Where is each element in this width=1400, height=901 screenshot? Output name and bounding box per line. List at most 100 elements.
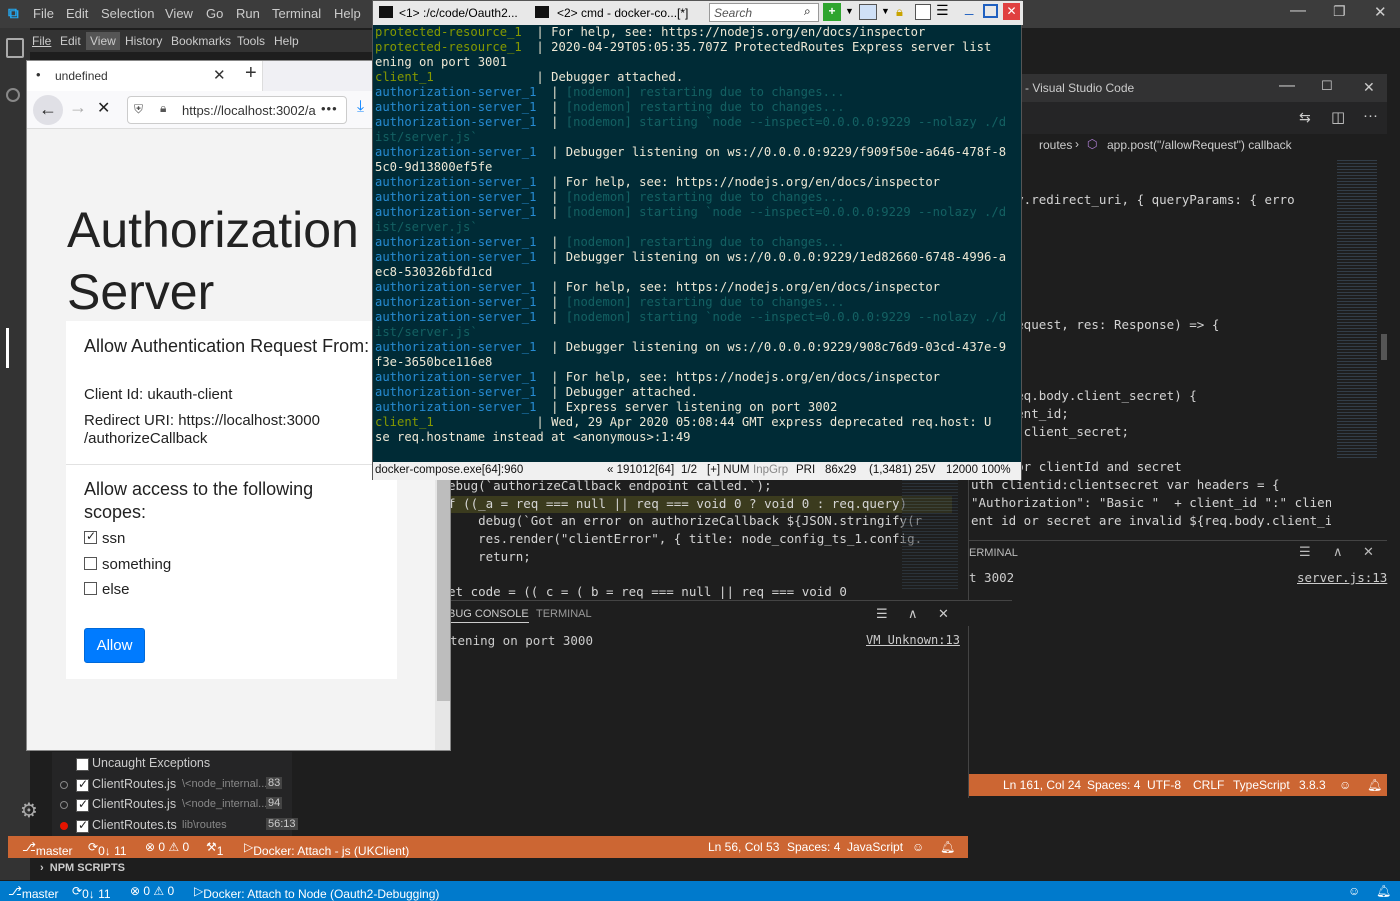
debug-icon[interactable] [6,328,9,368]
lock-icon[interactable]: 🔒︎ [896,4,903,20]
maximize-panel-icon[interactable]: ∧ [1333,544,1343,560]
firefox-menu-tools[interactable]: Tools [237,34,265,48]
menu-help[interactable]: Help [334,6,361,21]
close-icon[interactable]: ✕ [1374,3,1387,21]
search-icon[interactable]: ⌕ [804,4,811,19]
feedback-icon[interactable]: ☺ [912,840,924,854]
menu-icon[interactable]: ☰ [936,2,949,19]
panel-list-icon[interactable]: ☰ [1299,544,1311,560]
panel-list-icon[interactable]: ☰ [876,606,888,622]
tab-close-icon[interactable]: ✕ [213,66,226,84]
conemu-tab-2[interactable]: <2> cmd - docker-co...[*] [557,6,688,20]
breakpoint-dot-icon[interactable] [60,801,68,810]
maximize-panel-icon[interactable]: ∧ [908,606,918,622]
cursor-position[interactable]: Ln 161, Col 24 [1003,778,1081,792]
tools-status[interactable]: ⚒ 1 [206,840,223,858]
search-icon[interactable] [6,88,20,102]
restore-icon[interactable]: ❐ [1333,3,1346,20]
dropdown-icon[interactable]: ▼ [881,6,890,16]
split-editor-icon[interactable]: ◫ [1331,108,1345,126]
indentation[interactable]: Spaces: 4 [1087,778,1140,792]
firefox-menu-help[interactable]: Help [274,34,299,48]
breakpoint-dot-icon[interactable] [60,822,68,831]
dropdown-icon[interactable]: ▼ [845,6,854,16]
menu-go[interactable]: Go [206,6,223,21]
menu-file[interactable]: File [33,6,54,21]
conemu-scrollbar[interactable] [1013,25,1021,461]
compare-icon[interactable]: ⇆ [1299,109,1311,126]
breakpoint-checkbox[interactable] [76,777,89,792]
terminal-tab[interactable]: TERMINAL [536,608,592,620]
minimize-icon[interactable]: — [1290,2,1306,20]
breadcrumb-routes[interactable]: routes [1039,138,1072,152]
maximize-icon[interactable] [983,4,998,18]
sidebar-npm-scripts[interactable]: › NPM SCRIPTS [40,862,125,874]
page-actions-icon[interactable]: ••• [321,101,338,116]
back-button[interactable]: ← [33,95,63,125]
language-mode[interactable]: TypeScript [1233,778,1290,792]
launch-config-status[interactable]: ▷ Docker: Attach to Node (Oauth2-Debuggi… [194,884,439,901]
browser-tab[interactable]: • undefined ✕ [27,61,263,91]
notifications-bell-icon[interactable]: 🔔︎ [940,840,955,854]
close-icon[interactable]: ✕ [1363,79,1375,96]
feedback-icon[interactable]: ☺ [1348,884,1360,898]
explorer-icon[interactable] [6,38,24,58]
forward-button[interactable]: → [69,97,87,118]
cursor-position[interactable]: Ln 56, Col 53 [708,840,779,854]
scope-checkbox[interactable] [84,529,97,544]
close-icon[interactable]: ✕ [1003,3,1020,20]
branch-status[interactable]: ⎇ master [8,884,59,901]
firefox-menu-edit[interactable]: Edit [60,34,81,48]
scope-item[interactable]: else [84,581,171,607]
menu-selection[interactable]: Selection [101,6,154,21]
terminal-tab[interactable]: ERMINAL [969,547,1018,559]
typescript-version[interactable]: 3.8.3 [1299,778,1326,792]
conemu-console-output[interactable]: protected-resource_1 | For help, see: ht… [375,25,1021,461]
conemu-tab-1[interactable]: <1> :/c/code/Oauth2... [399,6,518,20]
menu-edit[interactable]: Edit [66,6,88,21]
maximize-icon[interactable]: ☐ [1321,78,1333,94]
debug-console-link[interactable]: VM Unknown:13 [866,633,960,647]
shield-icon[interactable]: ⛨ [134,102,143,117]
minimap-middle[interactable] [902,480,958,590]
menu-view[interactable]: View [165,6,193,21]
minimize-icon[interactable]: — [1279,77,1295,95]
download-icon[interactable]: ⤓ [357,98,364,116]
breakpoint-checkbox[interactable] [76,797,89,813]
firefox-menu-view[interactable]: View [86,32,120,50]
breakpoint-checkbox[interactable] [76,818,89,834]
minimap[interactable] [1331,156,1387,536]
problems-status[interactable]: ⊗ 0 ⚠ 0 [130,884,174,898]
code-editor-right[interactable]: l(query.redirect_uri, { queryParams: { e… [969,156,1331,540]
language-mode[interactable]: JavaScript [847,840,903,854]
branch-status[interactable]: ⎇ master [22,840,73,858]
terminal-source-link[interactable]: server.js:13 [1297,570,1387,585]
breakpoint-dot-icon[interactable] [60,780,68,789]
notifications-bell-icon[interactable]: 🔔︎ [1367,778,1382,792]
indentation[interactable]: Spaces: 4 [787,840,840,854]
conemu-search[interactable]: Search ⌕ [709,3,819,22]
new-tab-icon[interactable]: + [245,62,257,85]
breadcrumb-callback[interactable]: app.post("/allowRequest") callback [1107,138,1292,152]
scope-item[interactable]: ssn [84,529,171,556]
debug-console-tab[interactable]: BUG CONSOLE [448,608,529,623]
tile-panes-icon[interactable] [859,4,877,20]
stop-loading-button[interactable]: ✕ [97,98,110,118]
menu-terminal[interactable]: Terminal [272,6,321,21]
more-actions-icon[interactable]: ··· [1363,107,1378,124]
url-bar[interactable]: ⛨ 🔒︎ https://localhost:3002/a [127,96,347,124]
new-console-icon[interactable]: + [823,3,841,21]
encoding[interactable]: UTF-8 [1147,778,1181,792]
launch-config-status[interactable]: ▷ Docker: Attach - js (UKClient) [244,840,409,858]
code-editor-middle[interactable]: ebug(`authorizeCallback endpoint called.… [448,478,952,606]
lock-icon[interactable]: 🔒︎ [160,101,166,116]
settings-gear-icon[interactable]: ⚙ [20,798,38,823]
minimize-icon[interactable]: _ [965,0,973,16]
scope-checkbox[interactable] [84,582,97,595]
close-panel-icon[interactable]: ✕ [938,606,949,622]
sync-status[interactable]: ⟳ 0↓ 11 [72,884,111,901]
firefox-menu-bookmarks[interactable]: Bookmarks [171,34,231,48]
breakpoint-checkbox[interactable] [76,758,89,771]
allow-button[interactable]: Allow [84,628,145,663]
problems-status[interactable]: ⊗ 0 ⚠ 0 [145,840,189,854]
